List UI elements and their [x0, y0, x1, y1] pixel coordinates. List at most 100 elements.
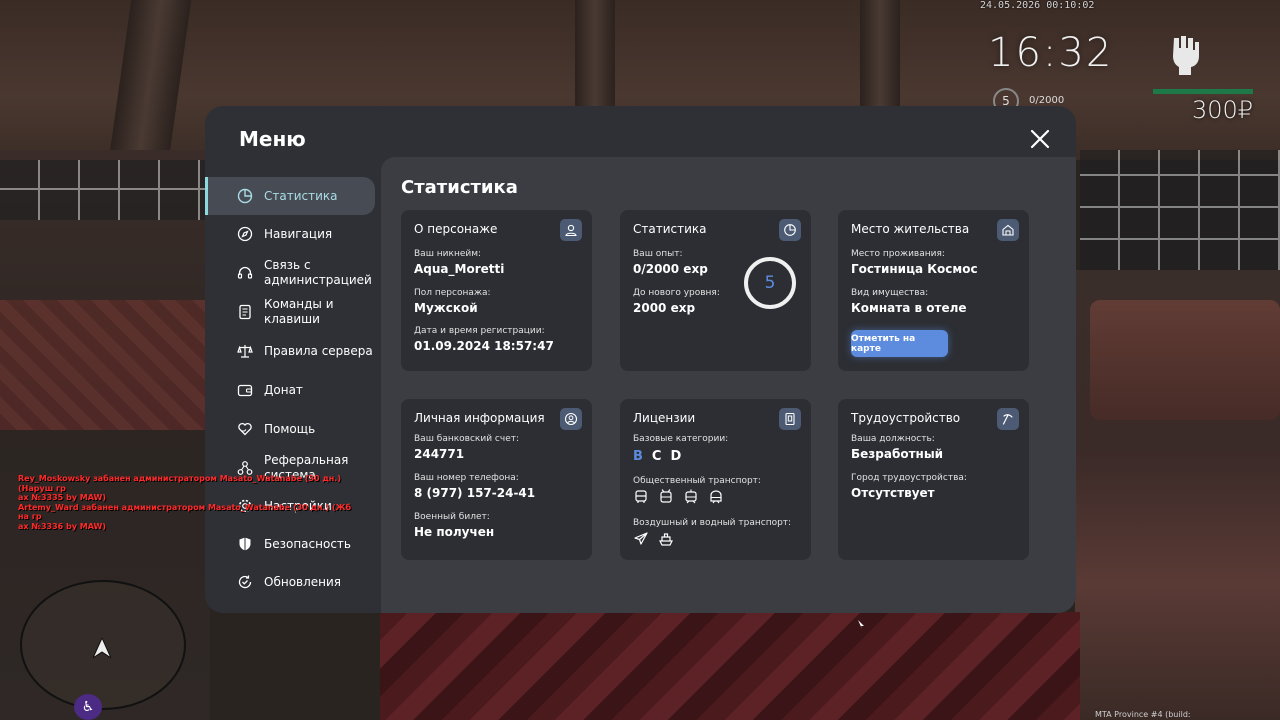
sidebar-item-label: Статистика [264, 188, 338, 203]
sidebar-item-commands[interactable]: Команды и клавиши [205, 293, 375, 331]
sidebar-item-label: Связь с администрацией [264, 258, 372, 287]
card-title: Лицензии [633, 411, 696, 425]
menu-title: Меню [239, 127, 306, 151]
card-personal-info: Личная информация Ваш банковский счет: 2… [401, 399, 592, 560]
mark-on-map-button[interactable]: Отметить на карте [851, 330, 948, 357]
public-transport-icons [633, 489, 724, 505]
registration-label: Дата и время регистрации: [414, 326, 545, 336]
home-icon [997, 219, 1019, 241]
menu-window: Меню Статистика Навигация Связь с админи… [205, 106, 1076, 613]
compass-icon [237, 226, 253, 242]
next-level-value: 2000 exp [633, 301, 696, 315]
chat-log: Rey_Moskowsky забанен администратором Ma… [18, 474, 358, 531]
sidebar-item-label: Помощь [264, 421, 316, 436]
id-card-icon [779, 408, 801, 430]
refresh-check-icon [237, 574, 253, 590]
window-left [0, 160, 205, 220]
card-title: Статистика [633, 222, 707, 236]
residence-place-label: Место проживания: [851, 249, 945, 259]
card-employment: Трудоустройство Ваша должность: Безработ… [838, 399, 1029, 560]
metro-icon [710, 490, 722, 504]
license-category-c: C [651, 449, 662, 464]
position-label: Ваша должность: [851, 434, 935, 444]
sidebar-item-navigation[interactable]: Навигация [205, 215, 375, 253]
rug [0, 300, 205, 430]
gender-value: Мужской [414, 301, 478, 315]
hud-clock: 16:32 [988, 30, 1114, 76]
exp-label: Ваш опыт: [633, 249, 683, 259]
license-categories: BCD [633, 449, 690, 464]
sidebar-item-label: Команды и клавиши [264, 297, 334, 326]
document-icon [237, 304, 253, 320]
floor-carpet [380, 612, 1080, 720]
next-level-label: До нового уровня: [633, 288, 720, 298]
card-statistics: Статистика Ваш опыт: 0/2000 exp До новог… [620, 210, 811, 371]
phone-label: Ваш номер телефона: [414, 473, 519, 483]
hud-exp: 0/2000 [1029, 95, 1065, 106]
sidebar: Статистика Навигация Связь с администрац… [205, 176, 381, 613]
user-circle-icon [560, 408, 582, 430]
chat-line: ах №3335 by MAW) [18, 493, 107, 502]
registration-value: 01.09.2024 18:57:47 [414, 339, 554, 353]
card-licenses: Лицензии Базовые категории: BCD Обществе… [620, 399, 811, 560]
base-categories-label: Базовые категории: [633, 434, 729, 444]
ship-icon [659, 533, 673, 546]
nickname-label: Ваш никнейм: [414, 249, 482, 259]
chat-line: ах №3336 by MAW) [18, 521, 107, 531]
card-title: Место жительства [851, 222, 970, 236]
card-title: Трудоустройство [851, 411, 961, 425]
air-water-transport-icons [633, 531, 674, 547]
employment-city-label: Город трудоустройства: [851, 473, 967, 483]
sidebar-item-updates[interactable]: Обновления [205, 563, 375, 601]
sidebar-item-label: Донат [264, 382, 303, 397]
shield-icon [237, 536, 253, 552]
military-id-label: Военный билет: [414, 512, 490, 522]
exp-value: 0/2000 exp [633, 262, 708, 276]
pie-chart-icon [237, 188, 253, 204]
pie-chart-icon [779, 219, 801, 241]
sidebar-item-rules[interactable]: Правила сервера [205, 332, 375, 370]
sidebar-item-label: Навигация [264, 226, 333, 241]
sofa [1090, 300, 1280, 420]
headset-icon [237, 265, 253, 281]
health-bar [1153, 89, 1253, 94]
sidebar-item-admin-contact[interactable]: Связь с администрацией [205, 254, 375, 292]
heart-hand-icon [237, 421, 253, 437]
bus-icon [635, 490, 647, 503]
air-water-transport-label: Воздушный и водный транспорт: [633, 518, 792, 528]
build-info: MTA Province #4 (build: s4356c4356r1482v… [1095, 710, 1196, 720]
wallet-icon [237, 382, 253, 398]
sidebar-item-label: Правила сервера [264, 343, 373, 358]
license-category-d: D [670, 449, 682, 464]
ceiling-beam [860, 0, 900, 110]
hud-datetime: 24.05.2026 00:10:02 [980, 0, 1095, 11]
employment-city-value: Отсутствует [851, 486, 935, 500]
tram-icon [685, 489, 697, 504]
stats-panel: Статистика О персонаже Ваш никнейм: Aqua… [381, 157, 1076, 613]
close-icon[interactable] [1029, 128, 1051, 150]
pickaxe-icon [997, 408, 1019, 430]
phone-value: 8 (977) 157-24-41 [414, 486, 536, 500]
window-right [1080, 150, 1280, 270]
sidebar-item-help[interactable]: Помощь [205, 410, 375, 448]
position-value: Безработный [851, 447, 944, 461]
public-transport-label: Общественный транспорт: [633, 476, 761, 486]
chat-line: Rey_Moskowsky забанен администратором Ma… [18, 474, 341, 493]
sidebar-item-statistics[interactable]: Статистика [205, 177, 375, 215]
nickname-value: Aqua_Moretti [414, 262, 505, 276]
property-type-value: Комната в отеле [851, 301, 967, 315]
page-title: Статистика [401, 177, 518, 198]
trolleybus-icon [660, 489, 672, 503]
mouse-cursor-icon [858, 620, 864, 629]
user-icon [560, 219, 582, 241]
license-category-b: B [633, 449, 643, 464]
sidebar-item-donate[interactable]: Донат [205, 371, 375, 409]
bank-account-label: Ваш банковский счет: [414, 434, 520, 444]
sidebar-item-label: Безопасность [264, 536, 351, 551]
military-id-value: Не получен [414, 525, 495, 539]
gender-label: Пол персонажа: [414, 288, 491, 298]
ceiling-beam [575, 0, 615, 110]
airplane-icon [634, 532, 648, 545]
card-title: О персонаже [414, 222, 498, 236]
card-residence: Место жительства Место проживания: Гости… [838, 210, 1029, 371]
